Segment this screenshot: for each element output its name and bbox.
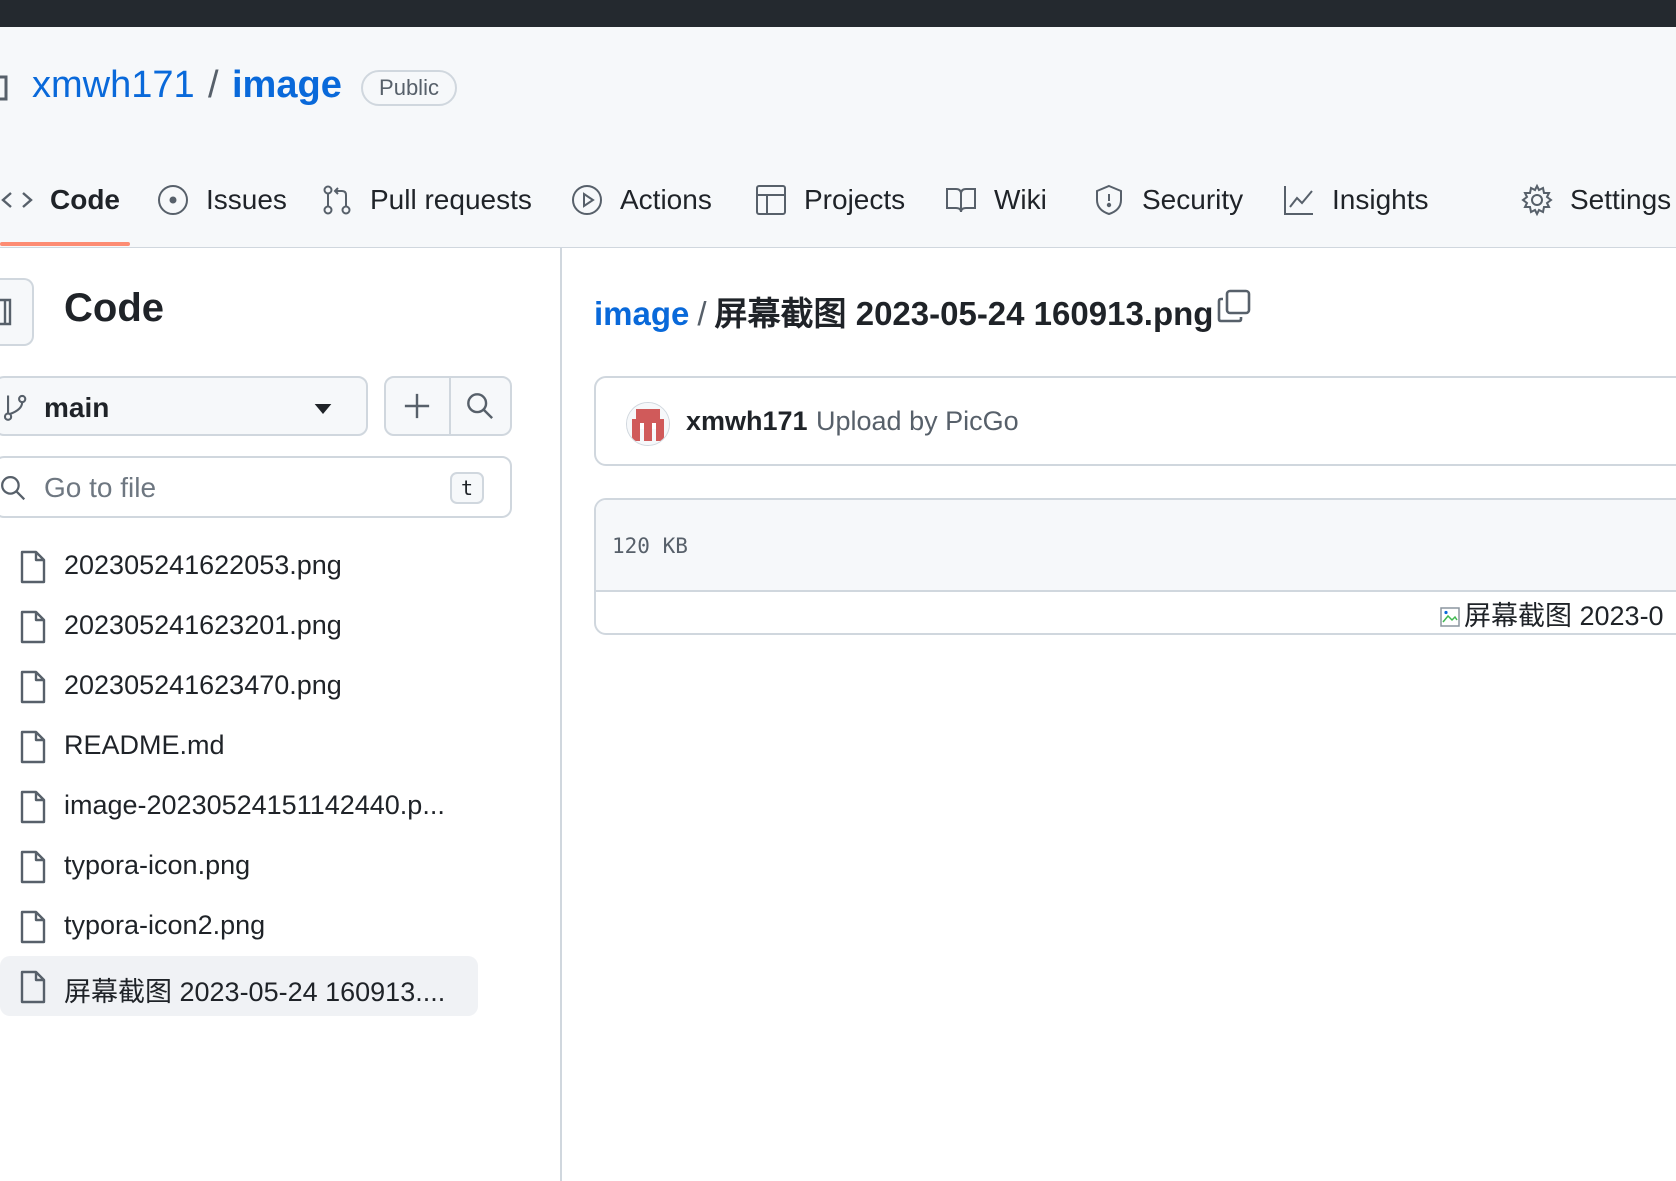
file-name: 屏幕截图 2023-05-24 160913.... bbox=[64, 977, 446, 1007]
file-actions-group bbox=[384, 376, 512, 436]
breadcrumb-file-name: 屏幕截图 2023-05-24 160913.png bbox=[714, 295, 1214, 332]
tab-label: Security bbox=[1142, 184, 1244, 215]
tab-label: Actions bbox=[620, 184, 712, 215]
tab-label: Wiki bbox=[994, 184, 1047, 215]
tab-label: Pull requests bbox=[370, 184, 532, 215]
file-tree-item[interactable]: image-20230524151142440.p... bbox=[0, 776, 478, 836]
file-icon bbox=[20, 670, 46, 704]
go-to-file-box: t bbox=[0, 456, 512, 518]
identicon-avatar bbox=[627, 403, 669, 445]
sidebar-title: Code bbox=[64, 286, 164, 330]
file-name: README.md bbox=[64, 730, 225, 760]
sidebar-divider bbox=[560, 247, 562, 1181]
plus-icon bbox=[404, 393, 430, 419]
file-size: 120 KB bbox=[612, 534, 688, 558]
file-tree-item[interactable]: 202305241623470.png bbox=[0, 656, 478, 716]
visibility-badge: Public bbox=[361, 70, 457, 106]
avatar[interactable] bbox=[626, 402, 670, 446]
file-name: 202305241623470.png bbox=[64, 670, 342, 700]
copy-icon[interactable] bbox=[1216, 288, 1252, 324]
commit-author-link[interactable]: xmwh171 bbox=[686, 406, 808, 437]
file-name: 202305241622053.png bbox=[64, 550, 342, 580]
global-top-bar bbox=[0, 0, 1676, 27]
file-tree-item[interactable]: 202305241622053.png bbox=[0, 536, 478, 596]
file-name: 202305241623201.png bbox=[64, 610, 342, 640]
branch-selector[interactable]: main bbox=[0, 376, 368, 436]
search-icon bbox=[1, 476, 26, 501]
file-tree-item[interactable]: 202305241623201.png bbox=[0, 596, 478, 656]
commit-message[interactable]: Upload by PicGo bbox=[816, 406, 1019, 437]
branch-name: main bbox=[44, 392, 110, 423]
file-view-box: 120 KB 屏幕截图 2023-0 bbox=[594, 498, 1676, 635]
active-tab-indicator bbox=[0, 242, 130, 246]
sidebar-collapse-button[interactable] bbox=[0, 278, 34, 346]
broken-image-icon bbox=[1440, 607, 1460, 627]
add-file-button[interactable] bbox=[386, 378, 449, 434]
file-name: image-20230524151142440.p... bbox=[64, 790, 445, 820]
search-code-button[interactable] bbox=[451, 378, 510, 434]
file-tree-item[interactable]: typora-icon2.png bbox=[0, 896, 478, 956]
graph-icon bbox=[1284, 186, 1313, 215]
file-tree-item[interactable]: 屏幕截图 2023-05-24 160913.... bbox=[0, 956, 478, 1016]
code-icon bbox=[1, 192, 33, 208]
file-icon bbox=[20, 550, 46, 584]
gear-icon bbox=[1521, 183, 1553, 217]
tab-code[interactable]: Code bbox=[0, 175, 120, 225]
book-icon bbox=[946, 188, 976, 213]
triangle-down-icon bbox=[314, 404, 332, 414]
image-alt-text: 屏幕截图 2023-0 bbox=[1464, 601, 1664, 631]
file-view-header: 120 KB bbox=[596, 500, 1676, 592]
image-preview: 屏幕截图 2023-0 bbox=[1440, 594, 1664, 633]
tab-label: Insights bbox=[1332, 184, 1429, 215]
tab-settings[interactable]: Settings bbox=[1520, 175, 1671, 225]
shield-icon bbox=[1096, 184, 1122, 216]
breadcrumb-repo-link[interactable]: image bbox=[594, 295, 689, 332]
tab-projects[interactable]: Projects bbox=[754, 175, 905, 225]
file-icon bbox=[20, 790, 46, 824]
file-tree-item[interactable]: README.md bbox=[0, 716, 478, 776]
file-icon bbox=[20, 610, 46, 644]
keyboard-shortcut-hint: t bbox=[450, 472, 484, 504]
repo-title-separator: / bbox=[208, 64, 219, 106]
table-icon bbox=[756, 185, 786, 215]
issue-opened-icon bbox=[158, 185, 188, 215]
play-icon bbox=[572, 185, 602, 215]
tab-label: Settings bbox=[1570, 184, 1672, 215]
file-icon bbox=[20, 910, 46, 944]
breadcrumb-separator: / bbox=[697, 295, 707, 332]
search-icon bbox=[467, 393, 493, 419]
file-name: typora-icon.png bbox=[64, 850, 251, 880]
go-to-file-input[interactable] bbox=[42, 468, 426, 508]
tab-label: Code bbox=[50, 184, 120, 215]
file-icon bbox=[20, 850, 46, 884]
file-tree-item[interactable]: typora-icon.png bbox=[0, 836, 478, 896]
tab-pull-requests[interactable]: Pull requests bbox=[320, 175, 532, 225]
tab-security[interactable]: Security bbox=[1092, 175, 1243, 225]
breadcrumb: image / 屏幕截图 2023-05-24 160913.png bbox=[594, 287, 1213, 335]
git-pull-request-icon bbox=[323, 185, 351, 215]
tab-insights[interactable]: Insights bbox=[1282, 175, 1429, 225]
repo-owner-link[interactable]: xmwh171 bbox=[32, 64, 195, 107]
file-icon bbox=[20, 970, 46, 1004]
tab-wiki[interactable]: Wiki bbox=[944, 175, 1047, 225]
sidebar-collapse-icon bbox=[0, 298, 12, 326]
latest-commit-box: xmwh171 Upload by PicGo bbox=[594, 376, 1676, 466]
file-name: typora-icon2.png bbox=[64, 910, 266, 940]
tab-label: Issues bbox=[206, 184, 287, 215]
git-branch-icon bbox=[3, 394, 27, 421]
repo-name-link[interactable]: image bbox=[232, 64, 342, 107]
file-icon bbox=[20, 730, 46, 764]
tab-actions[interactable]: Actions bbox=[570, 175, 712, 225]
repo-icon bbox=[0, 75, 8, 101]
tab-label: Projects bbox=[804, 184, 906, 215]
tab-issues[interactable]: Issues bbox=[156, 175, 287, 225]
